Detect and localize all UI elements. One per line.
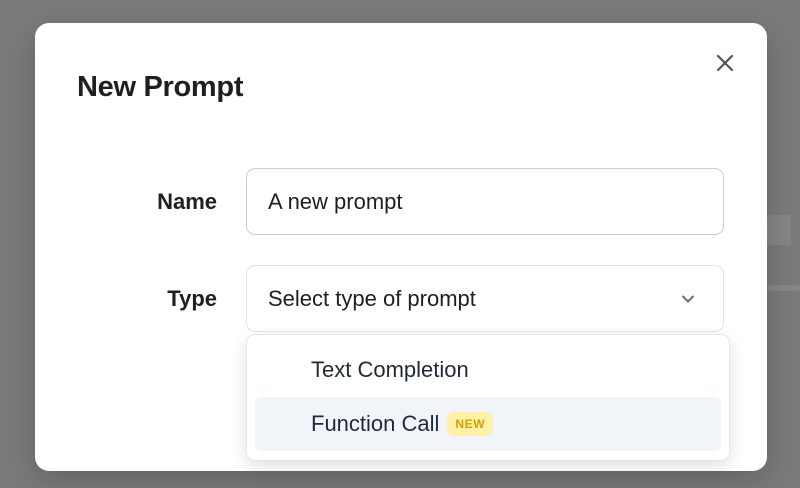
name-input[interactable] xyxy=(246,168,724,235)
new-badge: NEW xyxy=(447,412,494,436)
modal-title: New Prompt xyxy=(77,71,244,103)
close-button[interactable] xyxy=(711,49,739,77)
chevron-down-icon xyxy=(682,295,694,302)
backdrop-ghost-line xyxy=(767,285,800,291)
backdrop-ghost-right xyxy=(767,215,791,245)
option-label: Text Completion xyxy=(311,357,469,382)
type-select[interactable]: Select type of prompt xyxy=(246,265,724,332)
name-label: Name xyxy=(157,189,217,214)
type-dropdown-menu: Text Completion Function Call NEW xyxy=(246,334,730,461)
type-label: Type xyxy=(167,286,217,311)
close-icon xyxy=(716,54,734,72)
type-select-placeholder: Select type of prompt xyxy=(268,285,476,311)
option-label: Function Call xyxy=(311,411,440,436)
option-function-call[interactable]: Function Call NEW xyxy=(255,397,721,451)
option-text-completion[interactable]: Text Completion xyxy=(255,343,721,397)
